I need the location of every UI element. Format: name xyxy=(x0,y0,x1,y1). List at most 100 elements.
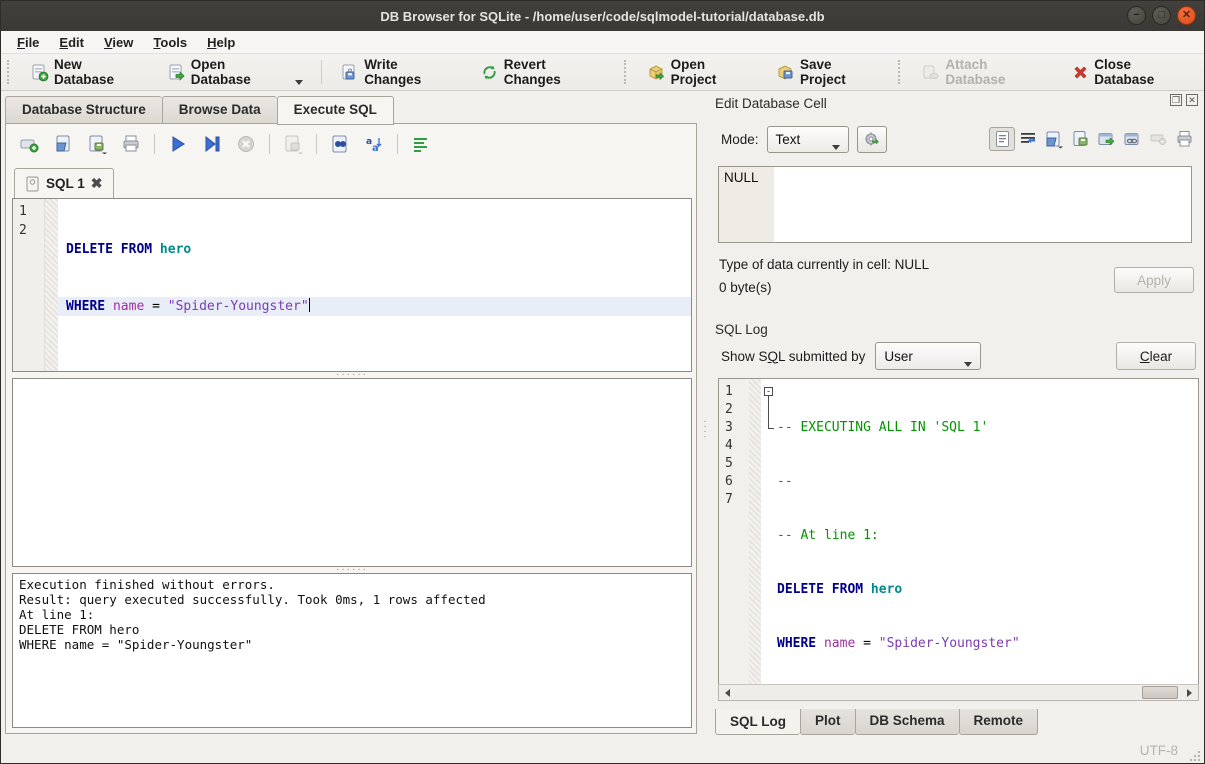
main-toolbar: New Database Open Database Write Changes… xyxy=(1,54,1204,91)
sql-tab-label: SQL 1 xyxy=(46,176,85,191)
sql-editor[interactable]: 1 2 DELETE FROM hero WHERE name = "Spide… xyxy=(12,198,692,372)
new-sql-tab-button[interactable] xyxy=(18,133,40,155)
auto-switch-mode-button[interactable] xyxy=(857,126,887,153)
float-dock-icon[interactable]: ❐ xyxy=(1170,94,1182,106)
tab-browse-data[interactable]: Browse Data xyxy=(162,96,277,125)
gear-icon xyxy=(863,130,881,148)
menu-view[interactable]: View xyxy=(94,33,143,52)
close-database-button[interactable]: Close Database xyxy=(1066,53,1200,91)
import-cell-data-button[interactable] xyxy=(1041,127,1067,151)
dock-tab-remote[interactable]: Remote xyxy=(959,709,1039,735)
scroll-right-arrow[interactable] xyxy=(1181,685,1197,700)
editor-marker-strip xyxy=(45,199,58,371)
word-wrap-cell-button[interactable] xyxy=(1015,127,1041,151)
log-line-5: WHERE name = "Spider-Youngster" xyxy=(777,635,1198,653)
scrollbar-thumb[interactable] xyxy=(1142,686,1178,699)
save-project-button[interactable]: Save Project xyxy=(770,53,886,91)
close-sql-tab-icon[interactable]: ✖ xyxy=(91,175,103,192)
encoding-indicator[interactable]: UTF-8 xyxy=(1140,743,1178,758)
new-sql-tab-icon xyxy=(19,134,39,154)
open-database-dropdown[interactable] xyxy=(295,80,303,85)
log-line-2: -- xyxy=(777,473,1198,491)
vertical-splitter[interactable]: ···· xyxy=(699,123,711,734)
resize-grip[interactable] xyxy=(1190,751,1200,761)
open-project-icon xyxy=(647,63,666,82)
minimize-button[interactable]: − xyxy=(1127,6,1146,25)
execution-status-log[interactable]: Execution finished without errors. Resul… xyxy=(12,573,692,728)
toolbar-drag-handle[interactable] xyxy=(624,60,629,84)
toolbar-drag-handle[interactable] xyxy=(7,60,12,84)
format-sql-icon: aa xyxy=(364,134,384,154)
print-cell-button[interactable] xyxy=(1171,127,1197,151)
sql-log-dock-title: SQL Log ❐ ✕ xyxy=(713,319,1202,339)
link-icon xyxy=(1123,131,1142,148)
mode-select[interactable]: Text xyxy=(767,126,849,153)
menu-edit[interactable]: Edit xyxy=(49,33,94,52)
dock-tab-db-schema[interactable]: DB Schema xyxy=(855,709,959,735)
sql-code-area[interactable]: DELETE FROM hero WHERE name = "Spider-Yo… xyxy=(58,199,691,371)
dock-tab-sql-log[interactable]: SQL Log xyxy=(715,709,800,735)
menu-tools[interactable]: Tools xyxy=(143,33,197,52)
execute-line-icon xyxy=(203,135,221,153)
sql-log-filter-row: Show SQL submitted by User Clear xyxy=(717,341,1199,371)
write-changes-button[interactable]: Write Changes xyxy=(334,53,464,91)
dock-tab-plot[interactable]: Plot xyxy=(800,709,855,735)
open-sql-file-icon xyxy=(53,134,73,154)
sql-toolbar: aa xyxy=(18,130,432,158)
open-database-icon xyxy=(167,63,186,82)
menu-help[interactable]: Help xyxy=(197,33,245,52)
right-dock: Edit Database Cell ❐ ✕ Mode: Text xyxy=(713,91,1202,736)
submitted-by-select[interactable]: User xyxy=(875,342,981,370)
attach-database-button: Attach Database xyxy=(915,53,1056,91)
text-mode-button[interactable] xyxy=(989,127,1015,151)
log-line-3: -- At line 1: xyxy=(777,527,1198,545)
execute-current-line-button[interactable] xyxy=(201,133,223,155)
close-database-icon xyxy=(1072,64,1089,81)
format-sql-button[interactable]: aa xyxy=(363,133,385,155)
find-in-sql-button[interactable] xyxy=(329,133,351,155)
status-bar: UTF-8 xyxy=(1,736,1204,764)
cell-editor-box[interactable]: NULL xyxy=(718,166,1192,243)
open-in-external-app-button[interactable] xyxy=(1093,127,1119,151)
titlebar[interactable]: DB Browser for SQLite - /home/user/code/… xyxy=(1,1,1204,31)
save-sql-file-button[interactable] xyxy=(86,133,108,155)
menu-file[interactable]: File xyxy=(7,33,49,52)
open-sql-file-button[interactable] xyxy=(52,133,74,155)
toolbar-separator xyxy=(316,134,317,154)
print-sql-button[interactable] xyxy=(120,133,142,155)
tab-execute-sql[interactable]: Execute SQL xyxy=(277,96,394,125)
word-wrap-button[interactable] xyxy=(410,133,432,155)
log-code-area[interactable]: -- EXECUTING ALL IN 'SQL 1' -- -- At lin… xyxy=(777,379,1198,700)
cell-editor-area[interactable] xyxy=(774,167,1191,242)
fold-toggle-icon[interactable]: - xyxy=(764,387,773,396)
toolbar-drag-handle[interactable] xyxy=(898,60,903,84)
execute-sql-button[interactable] xyxy=(167,133,189,155)
new-database-button[interactable]: New Database xyxy=(24,53,151,91)
print-icon xyxy=(121,134,141,154)
cell-mode-row: Mode: Text xyxy=(717,124,1197,154)
sql-log-view[interactable]: 1 2 3 4 5 6 7 - -- EXECUTING ALL IN 'SQL… xyxy=(718,378,1199,701)
window-controls: − □ ✕ xyxy=(1127,6,1196,25)
close-button[interactable]: ✕ xyxy=(1177,6,1196,25)
close-dock-icon[interactable]: ✕ xyxy=(1186,94,1198,106)
copy-link-button[interactable] xyxy=(1119,127,1145,151)
cell-type-info: Type of data currently in cell: NULL xyxy=(719,257,929,272)
toolbar-separator xyxy=(397,134,398,154)
sql-document-tab[interactable]: SQL 1 ✖ xyxy=(14,168,114,198)
main-tab-bar: Database Structure Browse Data Execute S… xyxy=(5,96,394,125)
line-number-gutter: 1 2 xyxy=(13,199,45,371)
export-cell-data-button[interactable] xyxy=(1067,127,1093,151)
tab-database-structure[interactable]: Database Structure xyxy=(5,96,162,125)
results-grid[interactable] xyxy=(12,378,692,567)
execute-icon xyxy=(169,135,187,153)
maximize-button[interactable]: □ xyxy=(1152,6,1171,25)
scroll-left-arrow[interactable] xyxy=(719,685,735,700)
open-project-button[interactable]: Open Project xyxy=(641,53,760,91)
save-results-icon xyxy=(282,134,304,154)
sql-file-icon xyxy=(25,176,40,192)
revert-changes-button[interactable]: Revert Changes xyxy=(474,53,612,91)
clear-log-button[interactable]: Clear xyxy=(1116,342,1196,370)
log-horizontal-scrollbar[interactable] xyxy=(718,684,1199,701)
open-database-button[interactable]: Open Database xyxy=(161,53,309,91)
log-line-4: DELETE FROM hero xyxy=(777,581,1198,599)
